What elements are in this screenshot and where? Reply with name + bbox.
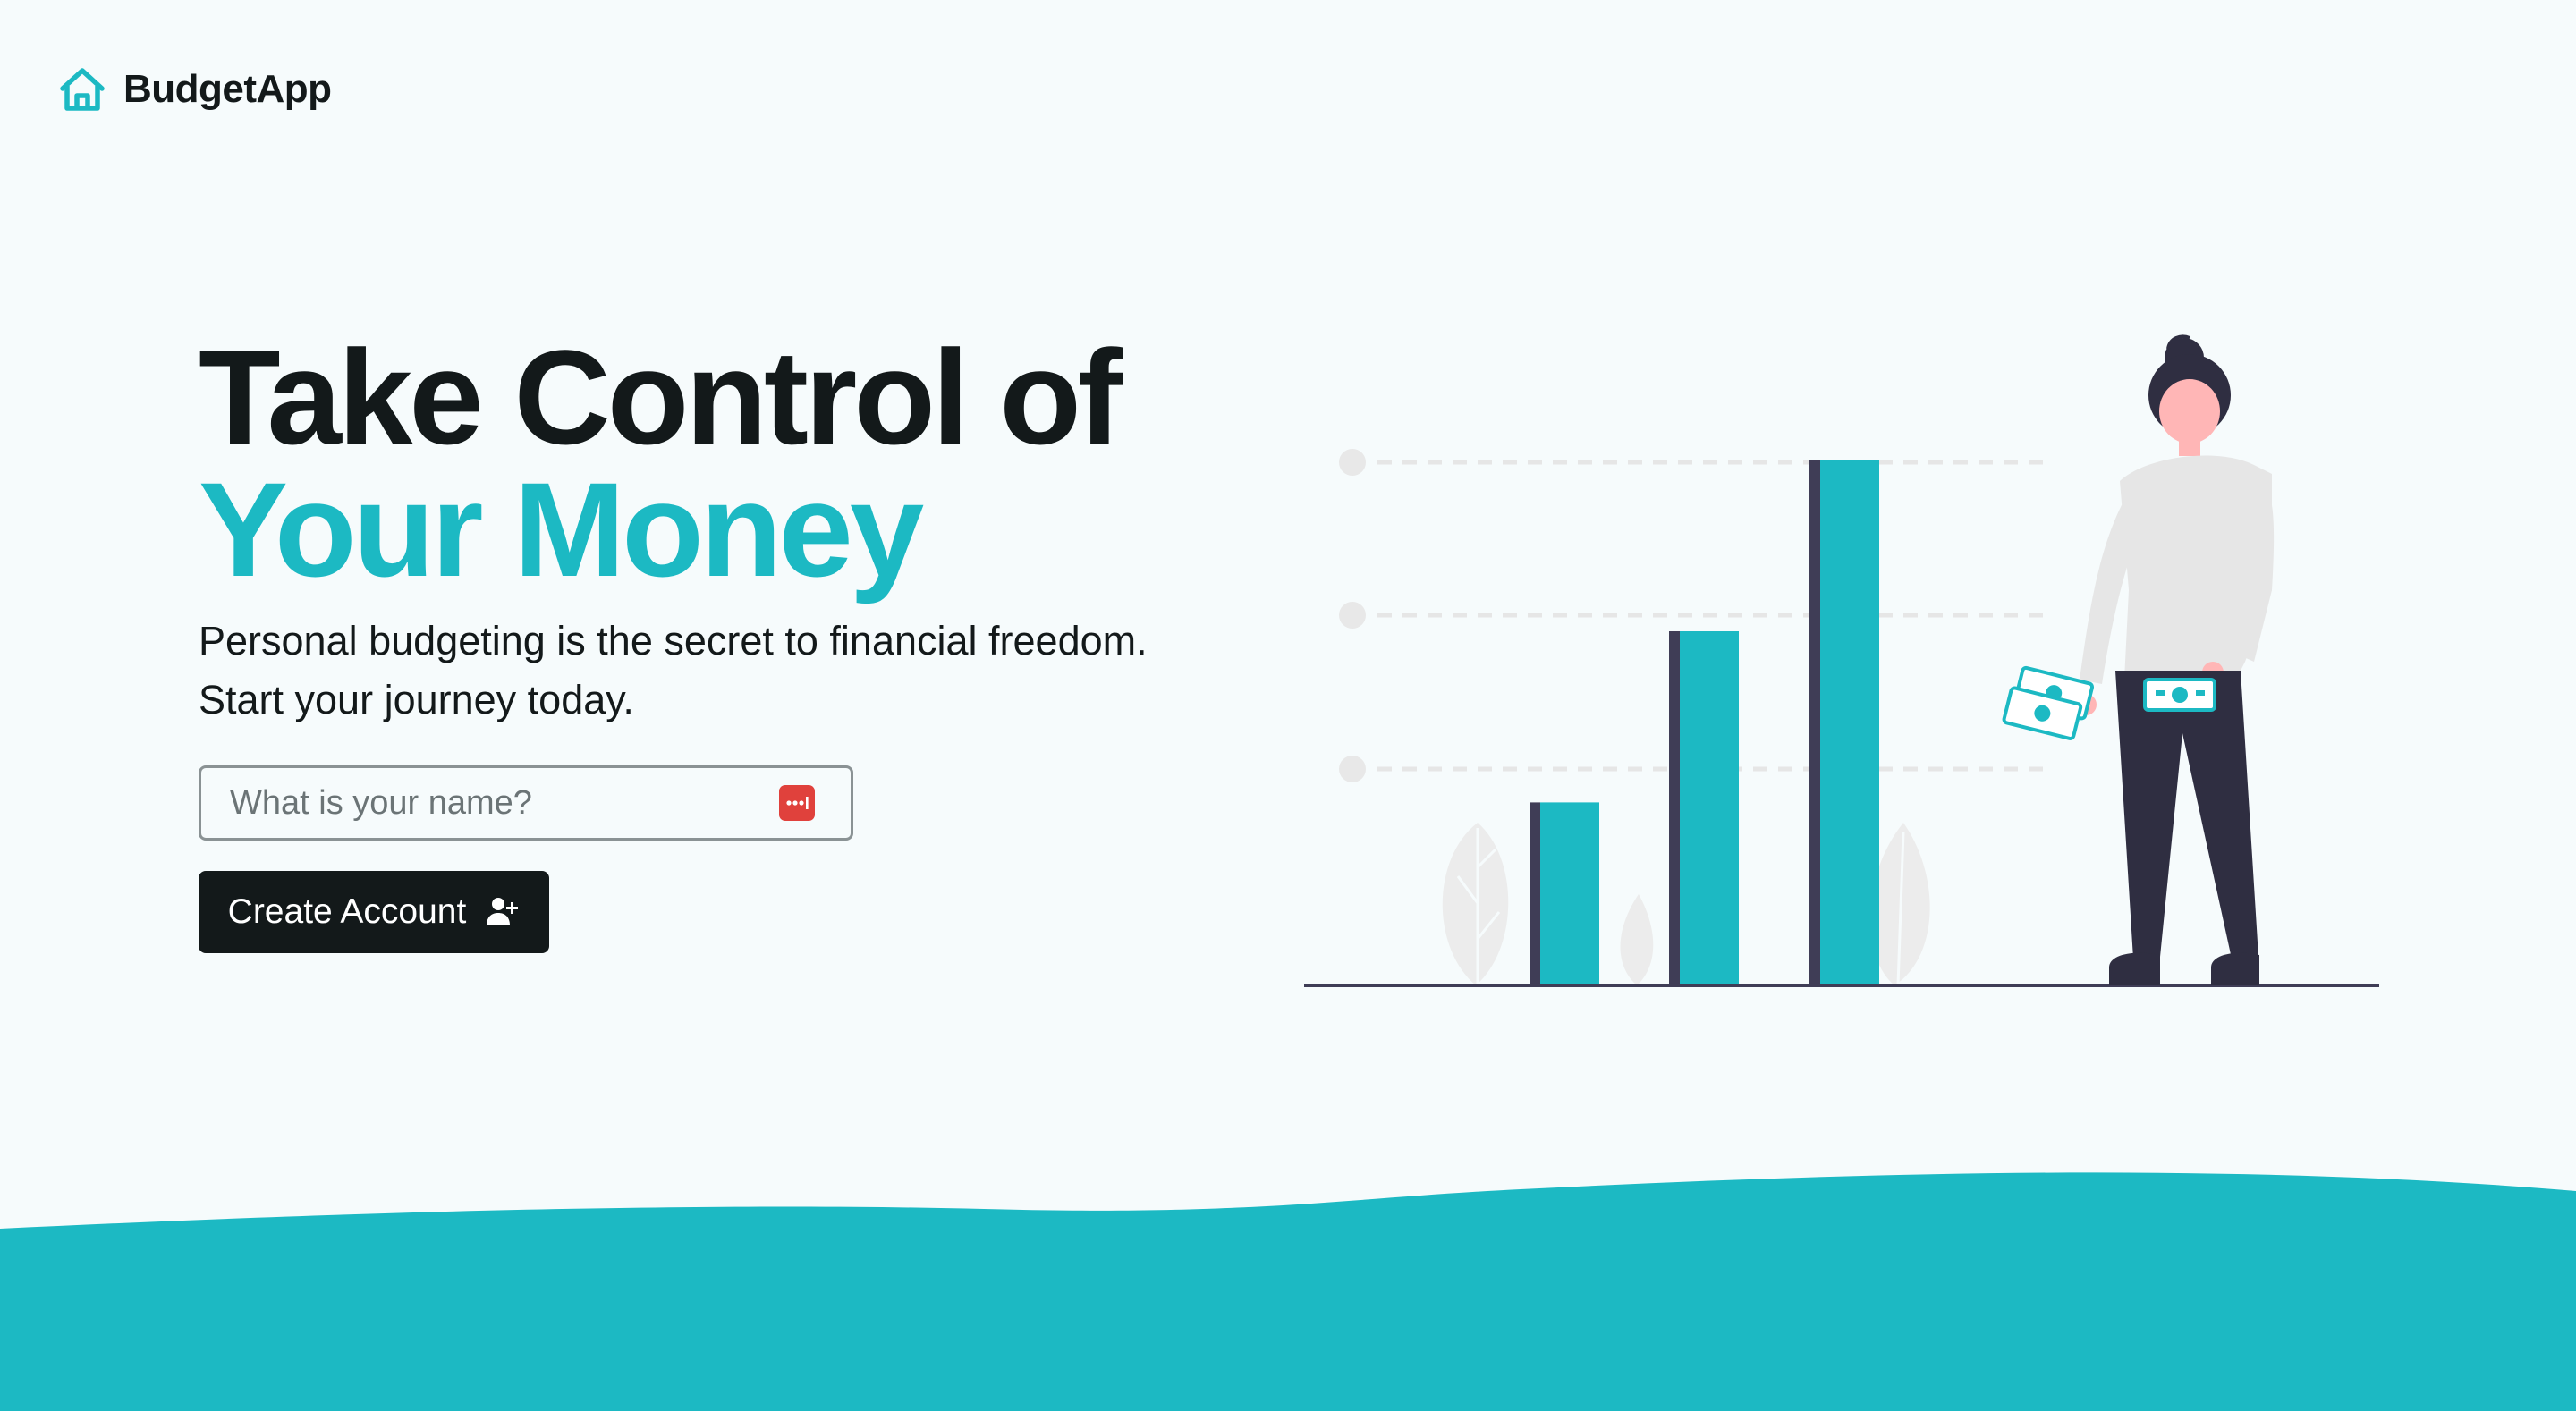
brand-link[interactable]: BudgetApp — [57, 63, 332, 116]
illustration-bar-edge — [1669, 631, 1680, 985]
user-plus-icon — [487, 898, 519, 925]
illustration-bar — [1540, 802, 1599, 985]
brand-name: BudgetApp — [123, 67, 332, 111]
signup-form: Create Account — [199, 765, 1272, 953]
name-input[interactable] — [201, 768, 767, 838]
password-manager-icon[interactable] — [779, 785, 815, 821]
illustration-bar-edge — [1809, 460, 1820, 985]
hero-subtitle-line-1: Personal budgeting is the secret to fina… — [199, 618, 1148, 663]
hero-subtitle-line-2: Start your journey today. — [199, 677, 634, 722]
woman-with-bar-chart-illustration — [1304, 334, 2379, 987]
house-icon — [60, 68, 105, 111]
illustration-bar-edge — [1530, 802, 1540, 985]
illustration-bars — [1530, 460, 1879, 985]
woman-figure — [2002, 334, 2275, 985]
illustration-bar — [1820, 460, 1879, 985]
leaf-decoration-small — [1620, 894, 1654, 985]
illustration-bar — [1680, 631, 1739, 985]
hero-title: Take Control of Your Money — [199, 322, 1272, 604]
name-field[interactable] — [199, 765, 853, 841]
create-account-button[interactable]: Create Account — [199, 871, 549, 953]
create-account-label: Create Account — [227, 892, 467, 931]
hero-section: Take Control of Your Money Personal budg… — [199, 322, 1272, 953]
bottom-wave — [0, 1172, 2576, 1411]
hero-title-line-1: Take Control of — [199, 322, 1123, 472]
hero-title-line-2: Your Money — [199, 454, 924, 604]
leaf-decoration-left — [1442, 823, 1509, 985]
hero-subtitle: Personal budgeting is the secret to fina… — [199, 612, 1272, 730]
